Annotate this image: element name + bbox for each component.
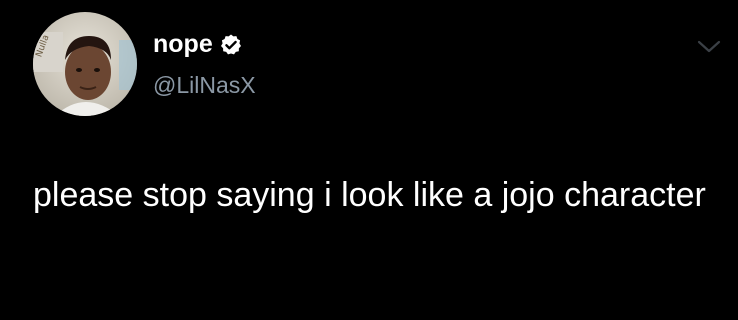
verified-badge-icon [219, 33, 243, 57]
author-name-row: nope [153, 30, 243, 58]
avatar[interactable]: Nulla [33, 12, 137, 116]
profile-photo-icon: Nulla [33, 12, 137, 116]
chevron-down-icon [697, 40, 721, 53]
display-name[interactable]: nope [153, 30, 213, 58]
author-handle[interactable]: @LilNasX [153, 71, 256, 99]
tweet-card[interactable]: Nulla nope @LilNasX please stop saying i… [0, 0, 738, 320]
more-options-button[interactable] [694, 34, 724, 60]
tweet-text: please stop saying i look like a jojo ch… [33, 176, 706, 214]
